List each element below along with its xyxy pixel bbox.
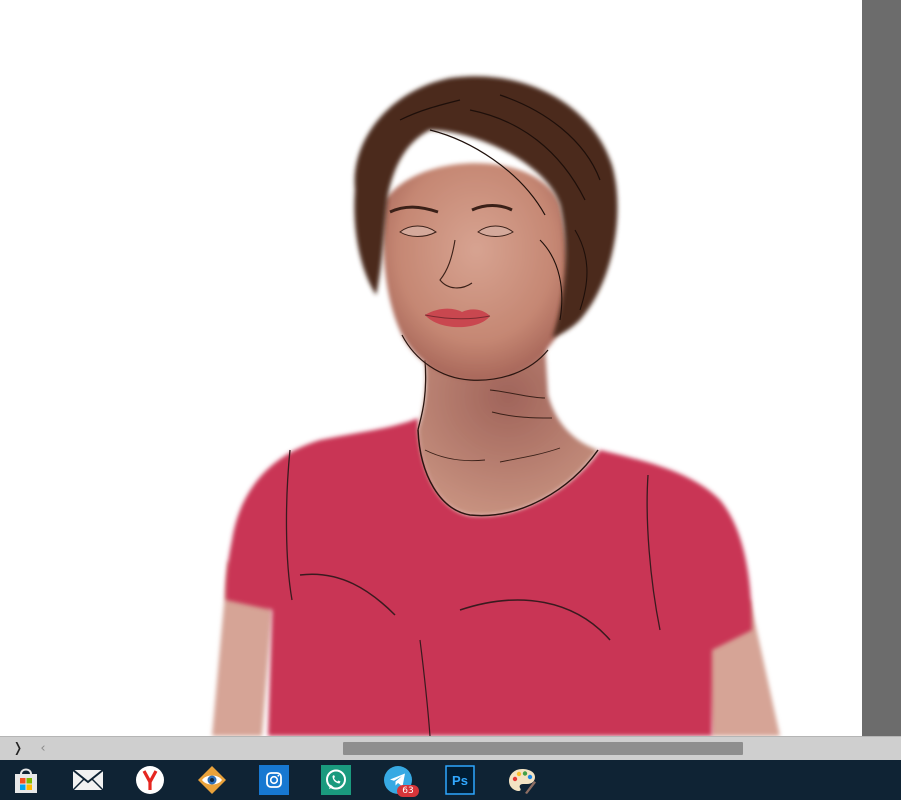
horizontal-scrollbar[interactable]: ❭ ‹ xyxy=(0,736,901,760)
taskbar-app-paint[interactable] xyxy=(506,764,538,796)
taskbar-app-whatsapp[interactable] xyxy=(320,764,352,796)
taskbar-app-photoshop[interactable]: Ps xyxy=(444,764,476,796)
taskbar-app-yandex-browser[interactable] xyxy=(134,764,166,796)
canvas-gutter xyxy=(862,0,901,736)
telegram-unread-badge: 63 xyxy=(397,785,419,797)
taskbar-app-faststone-viewer[interactable] xyxy=(196,764,228,796)
yandex-y-icon xyxy=(136,766,164,794)
photoshop-icon-label: Ps xyxy=(452,773,468,788)
face xyxy=(383,163,570,381)
taskbar-app-instagram[interactable] xyxy=(258,764,290,796)
scroll-left-button[interactable]: ‹ xyxy=(34,740,52,757)
app-window: ❭ ‹ 63 Ps xyxy=(0,0,901,800)
taskbar-app-telegram[interactable]: 63 xyxy=(382,764,419,797)
instagram-icon xyxy=(259,765,289,795)
photoshop-icon: Ps xyxy=(445,765,475,795)
scroll-track[interactable] xyxy=(56,741,901,756)
whatsapp-icon xyxy=(321,765,351,795)
scroll-thumb[interactable] xyxy=(343,742,743,755)
paint-palette-icon xyxy=(509,769,536,794)
drawing-canvas[interactable] xyxy=(0,0,862,736)
taskbar: 63 Ps xyxy=(0,760,901,800)
panel-toggle-button[interactable]: ❭ xyxy=(8,740,28,757)
taskbar-app-mail[interactable] xyxy=(72,764,104,796)
portrait-illustration xyxy=(212,76,780,736)
mail-envelope-icon xyxy=(72,769,104,791)
taskbar-app-microsoft-store[interactable] xyxy=(10,764,42,796)
store-bag-icon xyxy=(15,768,37,793)
eye-viewer-icon xyxy=(198,766,226,794)
